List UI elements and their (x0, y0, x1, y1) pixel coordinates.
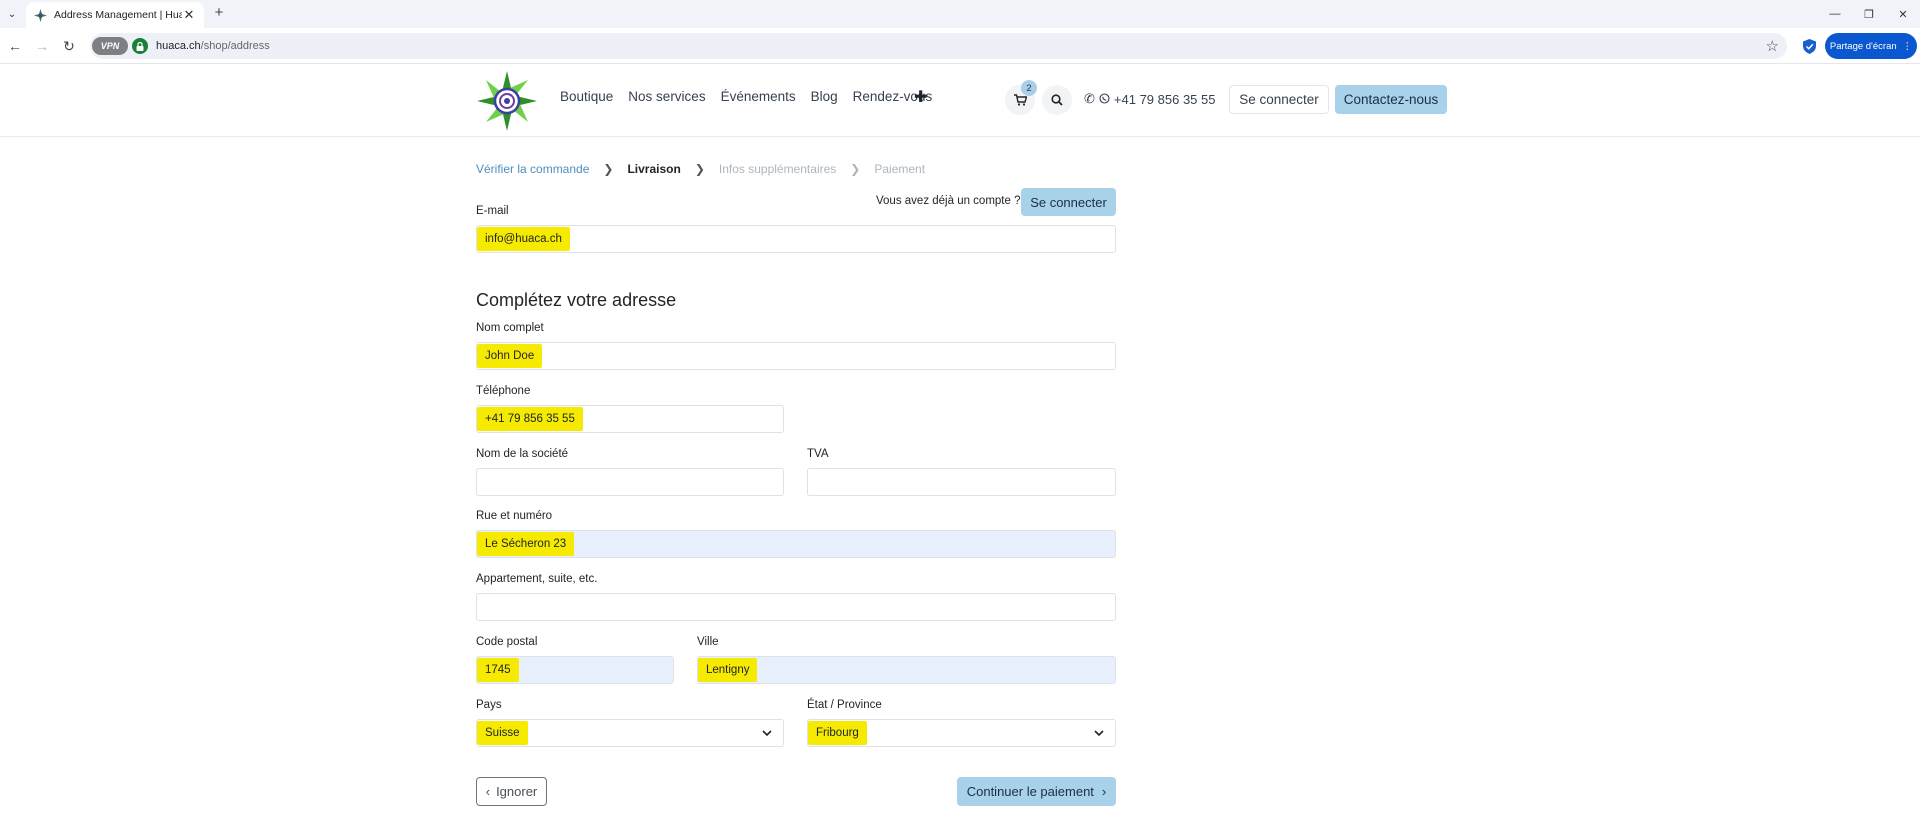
new-tab-icon[interactable]: + (210, 4, 228, 21)
apartment-field[interactable] (476, 593, 1116, 621)
nav-boutique[interactable]: Boutique (560, 89, 613, 104)
phone-contact[interactable]: ✆ +41 79 856 35 55 (1084, 91, 1215, 107)
shield-extension-icon[interactable] (1800, 37, 1818, 55)
tab-search-chevron-icon[interactable]: ⌄ (2, 4, 22, 24)
country-select[interactable]: Suisse (476, 719, 784, 747)
site-favicon-icon (34, 8, 47, 22)
browser-tabstrip: ⌄ Address Management | Huaca ✕ + — ❐ ✕ (0, 0, 1920, 28)
name-label: Nom complet (476, 322, 544, 334)
plus-icon[interactable]: ✚ (914, 87, 927, 107)
zip-label: Code postal (476, 636, 538, 648)
address-bar[interactable]: VPN huaca.ch/shop/address ☆ (90, 33, 1787, 59)
tab-title: Address Management | Huaca (54, 9, 182, 21)
chevron-right-icon: ❯ (603, 162, 614, 176)
browser-tab[interactable]: Address Management | Huaca ✕ (26, 2, 204, 28)
tab-close-icon[interactable]: ✕ (182, 7, 196, 23)
ignore-label: Ignorer (496, 784, 538, 799)
header-login-button[interactable]: Se connecter (1229, 85, 1329, 114)
zip-value: 1745 (477, 658, 519, 682)
window-controls: — ❐ ✕ (1818, 0, 1920, 28)
company-field[interactable] (476, 468, 784, 496)
search-button[interactable] (1042, 85, 1072, 115)
bookmark-star-icon[interactable]: ☆ (1766, 37, 1779, 55)
step-verify-order[interactable]: Vérifier la commande (476, 162, 589, 176)
forward-icon[interactable]: → (32, 36, 52, 56)
already-account-text: Vous avez déjà un compte ? (876, 195, 1021, 207)
phone-icon: ✆ (1084, 91, 1095, 106)
nav-blog[interactable]: Blog (811, 89, 838, 104)
state-select[interactable]: Fribourg (807, 719, 1116, 747)
contact-button[interactable]: Contactez-nous (1335, 85, 1447, 114)
url-text: huaca.ch/shop/address (156, 40, 270, 52)
chevron-down-icon (1094, 730, 1104, 737)
chevron-right-icon: ❯ (694, 162, 705, 176)
url-path: /shop/address (200, 40, 270, 52)
street-label: Rue et numéro (476, 510, 553, 522)
step-delivery: Livraison (627, 162, 681, 176)
form-login-button[interactable]: Se connecter (1021, 188, 1116, 216)
email-label: E-mail (476, 205, 509, 217)
reload-icon[interactable]: ↻ (59, 36, 79, 56)
state-value: Fribourg (808, 721, 867, 745)
url-host: huaca.ch (156, 40, 201, 52)
phone-label: Téléphone (476, 385, 531, 397)
chevron-down-icon (762, 730, 772, 737)
vpn-badge[interactable]: VPN (92, 37, 128, 55)
cart-icon (1013, 94, 1027, 106)
continue-label: Continuer le paiement (966, 784, 1094, 799)
huaca-logo[interactable] (476, 70, 538, 132)
more-vertical-icon: ⋮ (1902, 40, 1913, 52)
city-label: Ville (697, 636, 719, 648)
country-label: Pays (476, 699, 502, 711)
window-close-icon[interactable]: ✕ (1886, 0, 1920, 28)
chevron-right-icon: ❯ (850, 162, 861, 176)
company-label: Nom de la société (476, 448, 569, 460)
city-value: Lentigny (698, 658, 758, 682)
restore-icon[interactable]: ❐ (1852, 0, 1886, 28)
site-header: Boutique Nos services Événements Blog Re… (0, 65, 1920, 137)
minimize-icon[interactable]: — (1818, 0, 1852, 28)
whatsapp-icon (1099, 92, 1110, 107)
state-label: État / Province (807, 699, 882, 711)
browser-toolbar: ← → ↻ VPN huaca.ch/shop/address ☆ Partag… (0, 28, 1920, 64)
nav-evenements[interactable]: Événements (721, 89, 796, 104)
main-navigation: Boutique Nos services Événements Blog Re… (560, 89, 947, 104)
phone-value: +41 79 856 35 55 (477, 407, 583, 431)
cart-count-badge: 2 (1021, 80, 1037, 96)
phone-field[interactable]: +41 79 856 35 55 (476, 405, 784, 433)
address-section-title: Complétez votre adresse (476, 290, 677, 310)
chevron-left-icon: ‹ (485, 784, 491, 799)
name-value: John Doe (477, 344, 543, 368)
ignore-button[interactable]: ‹ Ignorer (476, 777, 547, 806)
city-field[interactable]: Lentigny (697, 656, 1116, 684)
email-field[interactable]: info@huaca.ch (476, 225, 1116, 253)
nav-services[interactable]: Nos services (628, 89, 705, 104)
street-field[interactable]: Le Sécheron 23 (476, 530, 1116, 558)
zip-field[interactable]: 1745 (476, 656, 674, 684)
phone-number: +41 79 856 35 55 (1113, 91, 1216, 107)
email-value: info@huaca.ch (477, 227, 570, 251)
step-payment: Paiement (874, 162, 926, 176)
street-value: Le Sécheron 23 (477, 532, 575, 556)
screen-share-button[interactable]: Partage d'écran ⋮ (1825, 33, 1917, 59)
step-extra-info: Infos supplémentaires (718, 162, 837, 176)
back-icon[interactable]: ← (5, 36, 25, 56)
vat-field[interactable] (807, 468, 1116, 496)
search-icon (1051, 94, 1063, 106)
lock-icon[interactable] (132, 38, 148, 54)
country-value: Suisse (477, 721, 528, 745)
checkout-steps: Vérifier la commande ❯ Livraison ❯ Infos… (476, 162, 925, 176)
chevron-right-icon: › (1101, 784, 1107, 799)
continue-payment-button[interactable]: Continuer le paiement › (957, 777, 1116, 806)
apartment-label: Appartement, suite, etc. (476, 573, 598, 585)
name-field[interactable]: John Doe (476, 342, 1116, 370)
vat-label: TVA (807, 448, 829, 460)
screen-share-label: Partage d'écran (1829, 40, 1897, 52)
